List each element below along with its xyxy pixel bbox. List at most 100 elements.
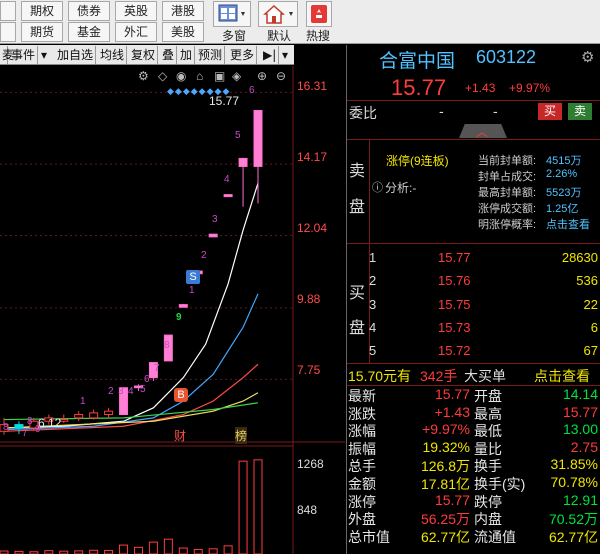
- bid-price: 15.75: [438, 297, 471, 312]
- volume-bar: [163, 538, 173, 554]
- chartbar-add[interactable]: 加: [178, 46, 196, 64]
- day-number: 2: [108, 386, 114, 397]
- stat-label: 流通值: [474, 528, 516, 545]
- stat-value: 15.77: [434, 386, 470, 402]
- finance-event-marker[interactable]: 财: [174, 427, 186, 444]
- buy-side-label: 买: [349, 285, 366, 302]
- probability-link[interactable]: 点击查看: [546, 216, 590, 232]
- weibi-value: -: [439, 103, 444, 119]
- gear-icon[interactable]: ⚙: [581, 48, 594, 66]
- day-number: 9: [35, 424, 41, 435]
- bid-level: 1: [369, 250, 377, 265]
- price-tick: 7.75: [297, 363, 321, 377]
- draw-icon[interactable]: ◈: [232, 69, 241, 83]
- volume-bar: [89, 549, 99, 554]
- price-tick: 14.17: [297, 150, 328, 164]
- price-tick: 12.04: [297, 221, 328, 235]
- market-button-hk-stocks[interactable]: 港股: [162, 1, 204, 21]
- big-buy-link[interactable]: 点击查看: [534, 366, 590, 386]
- dragon-tiger-marker[interactable]: 榜: [235, 427, 248, 444]
- chartbar-forecast[interactable]: 预测: [196, 46, 226, 64]
- bid-volume: 67: [583, 343, 598, 358]
- low-label: 6.12: [38, 416, 62, 430]
- sell-marker[interactable]: S: [186, 270, 200, 284]
- stat-value: 14.14: [562, 386, 598, 402]
- info-icon[interactable]: ⓘ: [372, 179, 383, 195]
- buy-side-label: 盘: [349, 320, 366, 337]
- chartbar-events-arrow[interactable]: ▾: [39, 46, 49, 64]
- hot-search-button[interactable]: [306, 1, 332, 27]
- zoom-out-icon[interactable]: ⊖: [276, 69, 286, 83]
- buy-marker[interactable]: B: [174, 388, 188, 402]
- chevron-up-icon[interactable]: ︿: [476, 123, 488, 140]
- market-button-uk-stocks[interactable]: 英股: [115, 1, 157, 21]
- stat-value: +9.97%: [422, 421, 470, 438]
- market-button-forex[interactable]: 外汇: [115, 22, 157, 42]
- volume-bar: [44, 550, 54, 554]
- bid-volume: 28630: [561, 250, 598, 265]
- volume-bar: [223, 545, 233, 554]
- day-number: 4: [128, 386, 134, 397]
- market-button-options[interactable]: 期权: [21, 1, 63, 21]
- hot-search-icon: [311, 5, 327, 23]
- multi-window-button[interactable]: [213, 1, 251, 27]
- refresh-icon[interactable]: ◇: [158, 69, 167, 83]
- analysis-text: 分析:-: [385, 181, 417, 195]
- bid-volume: 22: [583, 297, 598, 312]
- market-button-futures[interactable]: 期货: [21, 22, 63, 42]
- chartbar-events[interactable]: 事件: [9, 46, 39, 64]
- stat-label: 总市值: [348, 528, 390, 545]
- candle-body: [89, 412, 99, 419]
- sell-side-label: 盘: [349, 199, 366, 216]
- chartbar-overlay[interactable]: 叠: [160, 46, 178, 64]
- price-tick: 16.31: [297, 79, 328, 93]
- stat-value: 62.77亿: [420, 528, 470, 545]
- lock-icon[interactable]: ⌂: [196, 69, 203, 83]
- default-layout-button[interactable]: [258, 1, 298, 27]
- chartbar-partial[interactable]: 麦: [0, 46, 14, 64]
- chartbar-ma[interactable]: 均线: [98, 46, 128, 64]
- chart-toolbar: 麦 事件 ▾ 加自选 均线 复权 叠 加 预测 更多 ▶| ▾: [0, 45, 294, 65]
- bid-level: 2: [369, 273, 377, 288]
- market-button-partial-1[interactable]: [0, 1, 16, 21]
- sell-button[interactable]: 卖: [568, 103, 592, 120]
- bid-level: 3: [369, 297, 377, 312]
- kline-chart[interactable]: ⚙ ◇ ◉ ⌂ ▣ ◈ ⊕ ⊖ ◆◆◆◆◆◆◆◆ 16.31 14.17 12.…: [0, 66, 345, 554]
- stat-value: 70.78%: [550, 474, 598, 490]
- buy-button[interactable]: 买: [538, 103, 562, 120]
- chartbar-add-watchlist[interactable]: 加自选: [55, 46, 97, 64]
- bid-volume: 536: [576, 273, 598, 288]
- day-number: 3: [212, 214, 218, 225]
- chartbar-adjust[interactable]: 复权: [129, 46, 159, 64]
- volume-bar: [148, 541, 158, 554]
- seal-key: 当前封单额:: [478, 155, 537, 167]
- seal-key: 明涨停概率:: [478, 219, 537, 231]
- market-button-partial-2[interactable]: [0, 22, 16, 42]
- market-button-us-stocks[interactable]: 美股: [162, 22, 204, 42]
- chartbar-dropdown-icon[interactable]: ▾: [280, 46, 290, 64]
- seal-value: 2.26%: [546, 168, 578, 180]
- day-number: 2: [201, 250, 207, 261]
- market-button-funds[interactable]: 基金: [68, 22, 110, 42]
- seal-key: 封单占成交:: [478, 171, 537, 183]
- stock-code: 603122: [476, 47, 537, 67]
- weibi-label: 委比: [349, 105, 377, 121]
- settings-icon[interactable]: ⚙: [138, 69, 149, 83]
- delete-icon[interactable]: ▣: [214, 69, 225, 83]
- multi-window-icon: [218, 4, 245, 22]
- market-button-bonds[interactable]: 债券: [68, 1, 110, 21]
- zoom-in-icon[interactable]: ⊕: [257, 69, 267, 83]
- bid-price: 15.73: [438, 320, 471, 335]
- volume-bar: [253, 459, 263, 554]
- quote-panel: 合富中国 603122 ⚙ 15.77 +1.43 +9.97% 委比 - - …: [346, 45, 600, 554]
- sell-side-label: 卖: [349, 163, 366, 180]
- chartbar-expand-icon[interactable]: ▶|: [261, 46, 280, 64]
- big-buy-qty: 342手: [420, 368, 458, 384]
- seal-value: 1.25亿: [546, 203, 579, 215]
- eye-icon[interactable]: ◉: [176, 69, 186, 83]
- chartbar-more[interactable]: 更多: [228, 46, 258, 64]
- day-number: 9: [176, 312, 182, 323]
- stat-value: 2.75: [570, 438, 598, 455]
- candle-body: [178, 304, 188, 308]
- candle-body: [238, 157, 248, 167]
